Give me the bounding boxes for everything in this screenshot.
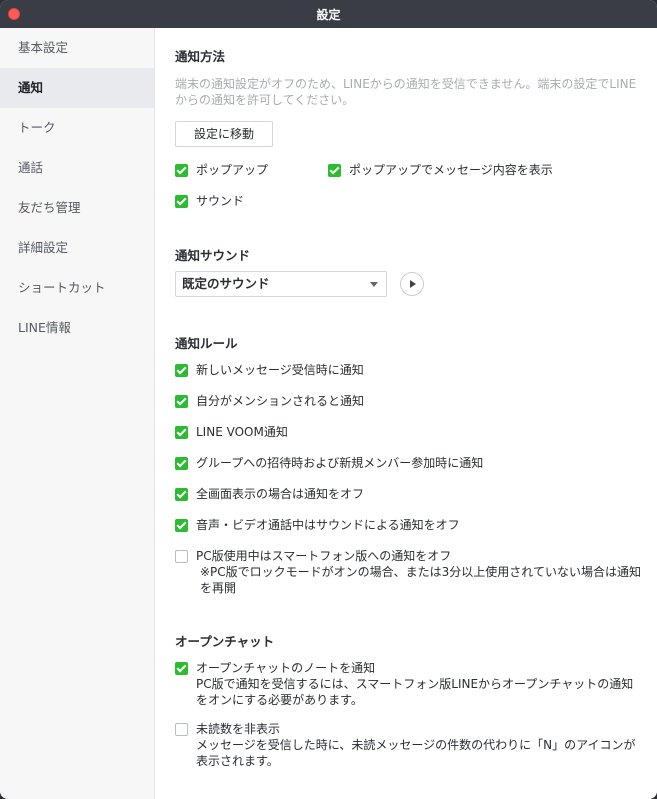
- openchat-checkbox[interactable]: [175, 723, 188, 736]
- rule-pc-active[interactable]: PC版使用中はスマートフォン版への通知をオフ ※PC版でロックモードがオンの場合…: [175, 548, 644, 596]
- sidebar-item-friends[interactable]: 友だち管理: [0, 188, 154, 228]
- rule-checkbox[interactable]: [175, 364, 188, 377]
- openchat-sub-note: メッセージを受信した時に、未読メッセージの件数の代わりに「N」のアイコンが表示さ…: [196, 738, 636, 768]
- popup-checkbox[interactable]: [175, 164, 188, 177]
- rule-voom[interactable]: LINE VOOM通知: [175, 424, 288, 440]
- sound-label: サウンド: [196, 194, 245, 208]
- sidebar-item-advanced[interactable]: 詳細設定: [0, 228, 154, 268]
- popup-content-option[interactable]: ポップアップでメッセージ内容を表示: [328, 162, 553, 178]
- rule-new-message[interactable]: 新しいメッセージ受信時に通知: [175, 362, 364, 378]
- rule-sub-note: ※PC版でロックモードがオンの場合、または3分以上使用されていない場合は通知を再…: [200, 565, 641, 595]
- settings-window: 設定 基本設定 通知 トーク 通話 友だち管理 詳細設定 ショートカット LIN…: [0, 0, 657, 799]
- section-title-rules: 通知ルール: [175, 336, 238, 351]
- sound-select-value: 既定のサウンド: [182, 276, 270, 291]
- play-icon[interactable]: [400, 272, 424, 296]
- rule-checkbox[interactable]: [175, 488, 188, 501]
- rule-call-sound[interactable]: 音声・ビデオ通話中はサウンドによる通知をオフ: [175, 517, 460, 533]
- section-title-sound: 通知サウンド: [175, 248, 251, 263]
- notification-permission-note: 端末の通知設定がオフのため、LINEからの通知を受信できません。端末の設定でLI…: [175, 77, 637, 107]
- title-bar: 設定: [0, 0, 657, 28]
- rule-label: PC版使用中はスマートフォン版への通知をオフ: [196, 549, 452, 563]
- rule-label: グループへの招待時および新規メンバー参加時に通知: [196, 456, 484, 470]
- openchat-sub-note: PC版で通知を受信するには、スマートフォン版LINEからオープンチャットの通知を…: [196, 677, 634, 707]
- rule-checkbox[interactable]: [175, 550, 188, 563]
- window-title: 設定: [316, 7, 341, 22]
- rule-checkbox[interactable]: [175, 426, 188, 439]
- openchat-label: オープンチャットのノートを通知: [196, 661, 376, 675]
- popup-content-checkbox[interactable]: [328, 164, 341, 177]
- rule-label: 自分がメンションされると通知: [196, 394, 365, 408]
- rule-checkbox[interactable]: [175, 519, 188, 532]
- rule-group-invite[interactable]: グループへの招待時および新規メンバー参加時に通知: [175, 455, 483, 471]
- rule-fullscreen[interactable]: 全画面表示の場合は通知をオフ: [175, 486, 364, 502]
- sidebar: 基本設定 通知 トーク 通話 友だち管理 詳細設定 ショートカット LINE情報: [0, 28, 155, 799]
- section-title-method: 通知方法: [175, 49, 226, 64]
- rule-label: LINE VOOM通知: [196, 425, 288, 439]
- sidebar-item-shortcuts[interactable]: ショートカット: [0, 268, 154, 308]
- sound-option[interactable]: サウンド: [175, 193, 244, 209]
- section-title-openchat: オープンチャット: [175, 634, 275, 649]
- sound-select[interactable]: 既定のサウンド: [175, 271, 387, 297]
- rule-label: 音声・ビデオ通話中はサウンドによる通知をオフ: [196, 518, 460, 532]
- openchat-label: 未読数を非表示: [196, 722, 281, 736]
- openchat-note-option[interactable]: オープンチャットのノートを通知 PC版で通知を受信するには、スマートフォン版LI…: [175, 660, 644, 708]
- sidebar-item-chats[interactable]: トーク: [0, 108, 154, 148]
- notification-settings-panel: 通知方法 端末の通知設定がオフのため、LINEからの通知を受信できません。端末の…: [155, 28, 657, 799]
- rule-label: 全画面表示の場合は通知をオフ: [196, 487, 365, 501]
- openchat-unread-option[interactable]: 未読数を非表示 メッセージを受信した時に、未読メッセージの件数の代わりに「N」の…: [175, 721, 644, 769]
- popup-label: ポップアップ: [196, 163, 269, 177]
- chevron-down-icon: [370, 282, 378, 287]
- go-to-settings-button[interactable]: 設定に移動: [175, 121, 273, 147]
- sidebar-item-basic[interactable]: 基本設定: [0, 28, 154, 68]
- popup-option[interactable]: ポップアップ: [175, 162, 268, 178]
- sound-checkbox[interactable]: [175, 195, 188, 208]
- popup-content-label: ポップアップでメッセージ内容を表示: [349, 163, 553, 177]
- rule-mention[interactable]: 自分がメンションされると通知: [175, 393, 364, 409]
- rule-checkbox[interactable]: [175, 457, 188, 470]
- sidebar-item-notifications[interactable]: 通知: [0, 68, 154, 108]
- rule-checkbox[interactable]: [175, 395, 188, 408]
- close-window-button[interactable]: [8, 8, 20, 20]
- sidebar-item-calls[interactable]: 通話: [0, 148, 154, 188]
- rule-label: 新しいメッセージ受信時に通知: [196, 363, 364, 377]
- openchat-checkbox[interactable]: [175, 662, 188, 675]
- sidebar-item-about[interactable]: LINE情報: [0, 308, 154, 348]
